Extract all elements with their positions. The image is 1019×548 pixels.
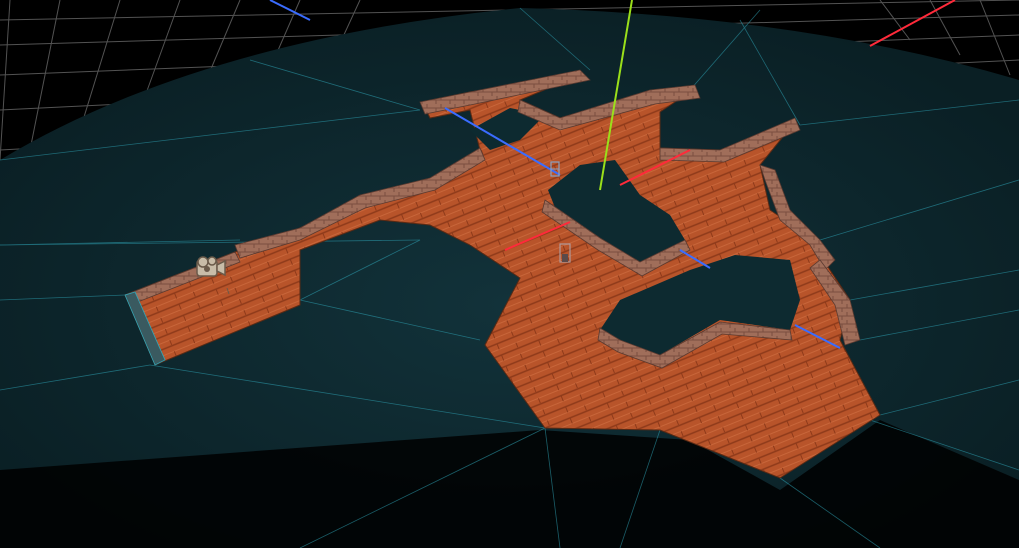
scene-viewport[interactable]: [0, 0, 1019, 548]
viewport-canvas[interactable]: [0, 0, 1019, 548]
